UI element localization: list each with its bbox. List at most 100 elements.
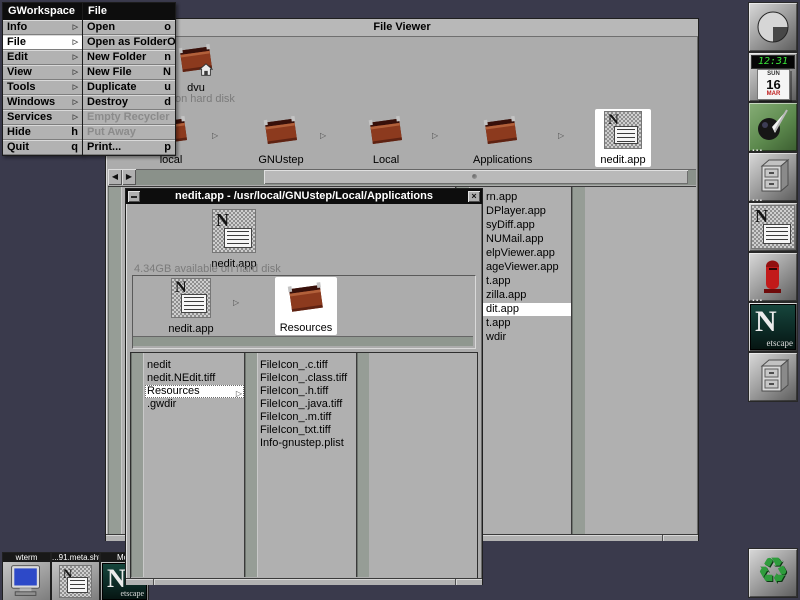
- list-item[interactable]: ageViewer.app: [486, 261, 571, 274]
- list-item[interactable]: zilla.app: [486, 289, 571, 302]
- submenu-arrow-icon: ▷: [73, 110, 78, 125]
- pen-sphere-icon: [753, 106, 793, 146]
- list-item[interactable]: NUMail.app: [486, 233, 571, 246]
- path-item-applications[interactable]: Applications: [473, 111, 529, 166]
- nedit-app-icon: N: [59, 565, 92, 598]
- horizontal-scrollbar[interactable]: ◀ ▶: [108, 169, 696, 185]
- miniaturize-button[interactable]: [128, 191, 140, 202]
- menu-item-edit[interactable]: Edit▷: [3, 50, 82, 65]
- menu-item-services[interactable]: Services▷: [3, 110, 82, 125]
- menu-item-tools[interactable]: Tools▷: [3, 80, 82, 95]
- home-folder-icon: [177, 39, 215, 77]
- nedit-app-icon: N: [171, 278, 211, 318]
- menu-item-empty-recycler: Empty Recycler: [83, 110, 175, 125]
- menu-item-new-file[interactable]: New FileN: [83, 65, 175, 80]
- list-item[interactable]: rn.app: [486, 191, 571, 204]
- column-scrollbar[interactable]: [131, 353, 144, 577]
- dock-tile-server[interactable]: [748, 352, 798, 402]
- dock-tile-cabinet[interactable]: ...: [748, 152, 798, 202]
- nedit-window-title: nedit.app - /usr/local/GNUstep/Local/App…: [175, 190, 433, 202]
- postbox-icon: [753, 256, 793, 296]
- list-item[interactable]: syDiff.app: [486, 219, 571, 232]
- path-item-gnustep[interactable]: GNUstep: [253, 111, 309, 166]
- calendar-day: 16: [758, 78, 789, 91]
- list-item[interactable]: elpViewer.app: [486, 247, 571, 260]
- nedit-window-titlebar[interactable]: nedit.app - /usr/local/GNUstep/Local/App…: [126, 189, 482, 204]
- shelf-item-nedit[interactable]: N nedit.app: [201, 209, 267, 270]
- list-item[interactable]: t.app: [486, 317, 571, 330]
- list-item-selected[interactable]: dit.app: [483, 303, 574, 316]
- column-1: nedit nedit.NEdit.tiff Resources ▷ .gwdi…: [144, 353, 244, 577]
- dock-tile-netscape[interactable]: N etscape: [748, 302, 798, 352]
- file-viewer-titlebar[interactable]: File Viewer: [106, 19, 698, 37]
- submenu-title[interactable]: File: [83, 3, 175, 20]
- menu-item-print[interactable]: Print...p: [83, 140, 175, 155]
- path-item-label: nedit.app: [595, 154, 651, 166]
- close-button[interactable]: ×: [468, 191, 480, 202]
- file-cabinet-icon: [753, 356, 793, 396]
- menu-item-destroy[interactable]: Destroyd: [83, 95, 175, 110]
- scroll-left-button[interactable]: ◀: [108, 169, 122, 185]
- browser: nedit nedit.NEdit.tiff Resources ▷ .gwdi…: [130, 352, 478, 580]
- branch-arrow-icon: ▷: [236, 387, 242, 398]
- dock-tile-nedit[interactable]: N: [748, 202, 798, 252]
- list-item[interactable]: Info-gnustep.plist: [260, 437, 356, 450]
- dock-tile-clock[interactable]: 12:31 SUN 16 MAR: [748, 52, 798, 102]
- menu-item-open[interactable]: Openo: [83, 20, 175, 35]
- menu-item-view[interactable]: View▷: [3, 65, 82, 80]
- list-item[interactable]: FileIcon_txt.tiff: [260, 424, 356, 437]
- menu-item-info[interactable]: Info▷: [3, 20, 82, 35]
- path-scrollbar[interactable]: [133, 336, 473, 346]
- submenu-arrow-icon: ▷: [73, 65, 78, 80]
- file-viewer-title: File Viewer: [373, 21, 430, 33]
- menu-item-windows[interactable]: Windows▷: [3, 95, 82, 110]
- menu-item-open-as-folder[interactable]: Open as FolderO: [83, 35, 175, 50]
- nedit-app-icon: N: [604, 111, 642, 149]
- path-item-label: Local: [358, 154, 414, 166]
- list-item[interactable]: nedit: [147, 359, 243, 372]
- path-item-resources-selected[interactable]: Resources: [275, 277, 337, 335]
- list-item[interactable]: FileIcon_.c.tiff: [260, 359, 356, 372]
- list-item[interactable]: DPlayer.app: [486, 205, 571, 218]
- miniwindow-nedit-doc[interactable]: ...91.meta.shtml N: [51, 552, 100, 600]
- menu-item-put-away: Put Away: [83, 125, 175, 140]
- menu-item-file[interactable]: File▷: [3, 35, 82, 50]
- list-item[interactable]: FileIcon_.class.tiff: [260, 372, 356, 385]
- scroll-right-button[interactable]: ▶: [122, 169, 136, 185]
- path-item-nedit-selected[interactable]: N nedit.app: [595, 109, 651, 167]
- folder-icon: [262, 111, 300, 149]
- disk-status-fragment: on hard disk: [175, 93, 235, 105]
- list-item[interactable]: FileIcon_.java.tiff: [260, 398, 356, 411]
- list-item[interactable]: t.app: [486, 275, 571, 288]
- column-scrollbar[interactable]: [108, 187, 122, 535]
- menu-title[interactable]: GWorkspace: [3, 3, 82, 20]
- column-2: FileIcon_.c.tiff FileIcon_.class.tiff Fi…: [257, 353, 356, 577]
- calendar-month: MAR: [758, 91, 789, 98]
- menu-item-hide[interactable]: Hideh: [3, 125, 82, 140]
- dock-tile-mail[interactable]: ...: [748, 252, 798, 302]
- column-scrollbar[interactable]: [356, 353, 370, 577]
- list-item-selected[interactable]: Resources ▷: [145, 385, 244, 398]
- list-item[interactable]: .gwdir: [147, 398, 243, 411]
- list-item[interactable]: nedit.NEdit.tiff: [147, 372, 243, 385]
- path-item-local2[interactable]: Local: [358, 111, 414, 166]
- disk-status: 4.34GB available on hard disk: [134, 263, 281, 275]
- resize-bar[interactable]: [126, 578, 482, 585]
- recycler-tile[interactable]: ♻: [748, 548, 798, 598]
- list-item[interactable]: FileIcon_.h.tiff: [260, 385, 356, 398]
- list-item[interactable]: FileIcon_.m.tiff: [260, 411, 356, 424]
- column-scrollbar[interactable]: [244, 353, 258, 577]
- branch-arrow-icon: ▷: [558, 131, 564, 140]
- dock-tile-gnustep[interactable]: [748, 2, 798, 52]
- miniwindow-label: wterm: [3, 553, 50, 562]
- menu-item-new-folder[interactable]: New Foldern: [83, 50, 175, 65]
- menu-item-duplicate[interactable]: Duplicateu: [83, 80, 175, 95]
- path-item-nedit[interactable]: N nedit.app: [161, 278, 221, 335]
- path-item-label: nedit.app: [161, 323, 221, 335]
- dock-tile-draw[interactable]: ...: [748, 102, 798, 152]
- miniwindow-wterm[interactable]: wterm: [2, 552, 51, 600]
- scrollbar-knob[interactable]: [264, 170, 688, 184]
- column-scrollbar[interactable]: [571, 187, 586, 535]
- list-item[interactable]: wdir: [486, 331, 571, 344]
- menu-item-quit[interactable]: Quitq: [3, 140, 82, 155]
